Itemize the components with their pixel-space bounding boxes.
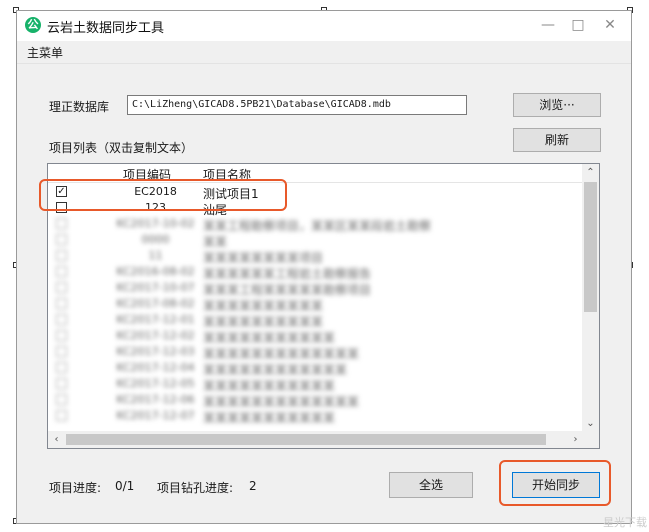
button-highlight-annotation (499, 460, 611, 506)
list-item[interactable]: 0000 某某 (48, 232, 584, 249)
select-all-button[interactable]: 全选 (389, 472, 473, 498)
db-path-field[interactable]: C:\LiZheng\GICAD8.5PB21\Database\GICAD8.… (127, 95, 467, 115)
project-code: KC2017-12-02 (116, 329, 195, 342)
app-window: 公 云岩土数据同步工具 — □ ✕ 主菜单 理正数据库 C:\LiZheng\G… (16, 10, 632, 524)
row-checkbox[interactable] (56, 314, 67, 325)
project-code: KC2017-10-02 (116, 217, 195, 230)
project-code: KC2017-12-07 (116, 409, 195, 422)
window-title: 云岩土数据同步工具 (47, 21, 165, 36)
vertical-scroll-thumb[interactable] (584, 182, 597, 312)
row-highlight-annotation (39, 179, 287, 211)
row-checkbox[interactable] (56, 282, 67, 293)
horizontal-scrollbar[interactable]: ‹ › (48, 431, 584, 448)
close-icon[interactable]: ✕ (597, 15, 623, 35)
watermark-text: 星光下载 (603, 516, 647, 529)
browse-button[interactable]: 浏览··· (513, 93, 601, 117)
list-item[interactable]: KC2017-12-06 某某某某某某某某某某某某某 (48, 392, 584, 409)
scroll-up-icon[interactable]: ⌃ (582, 164, 599, 181)
list-item[interactable]: KC2017-10-07 某某某工程某某某某某勘察项目 (48, 280, 584, 297)
row-checkbox[interactable] (56, 250, 67, 261)
project-code: 11 (148, 249, 163, 262)
list-item[interactable]: KC2016-08-02 某某某某某某工程岩土勘察报告 (48, 264, 584, 281)
maximize-icon[interactable]: □ (565, 15, 591, 35)
title-bar: 公 云岩土数据同步工具 — □ ✕ (17, 11, 631, 41)
menu-bar: 主菜单 (17, 41, 631, 64)
row-checkbox[interactable] (56, 330, 67, 341)
row-checkbox[interactable] (56, 378, 67, 389)
progress-label: 项目进度: (49, 481, 102, 495)
scrollbar-corner (582, 431, 599, 448)
project-code: KC2016-08-02 (116, 265, 195, 278)
scroll-down-icon[interactable]: ⌄ (582, 415, 599, 432)
project-code: KC2017-08-02 (116, 297, 195, 310)
project-code: KC2017-12-04 (116, 361, 195, 374)
drill-progress-label: 项目钻孔进度: (157, 481, 234, 495)
list-item[interactable]: KC2017-12-04 某某某某某某某某某某某某 (48, 360, 584, 377)
list-item[interactable]: KC2017-12-03 某某某某某某某某某某某某某 (48, 344, 584, 361)
scroll-left-icon[interactable]: ‹ (48, 431, 65, 448)
drill-progress-value: 2 (249, 479, 257, 493)
menu-main[interactable]: 主菜单 (27, 44, 63, 61)
vertical-scrollbar[interactable]: ⌃ ⌄ (582, 164, 599, 432)
project-code: KC2017-12-03 (116, 345, 195, 358)
project-code: KC2017-12-05 (116, 377, 195, 390)
row-checkbox[interactable] (56, 394, 67, 405)
minimize-icon[interactable]: — (535, 15, 561, 35)
project-code: KC2017-12-01 (116, 313, 195, 326)
project-name: 某某某某某某某某某某某 (203, 411, 336, 425)
project-code: KC2017-10-07 (116, 281, 195, 294)
row-checkbox[interactable] (56, 234, 67, 245)
refresh-button[interactable]: 刷新 (513, 128, 601, 152)
row-checkbox[interactable] (56, 346, 67, 357)
row-checkbox[interactable] (56, 410, 67, 421)
list-item[interactable]: KC2017-10-02 某某工程勘察项目，某某区某某段岩土勘察 (48, 216, 584, 233)
horizontal-scroll-thumb[interactable] (66, 434, 546, 445)
row-checkbox[interactable] (56, 266, 67, 277)
project-code: 0000 (141, 233, 170, 246)
row-checkbox[interactable] (56, 218, 67, 229)
list-item[interactable]: KC2017-12-05 某某某某某某某某某某某 (48, 376, 584, 393)
db-label: 理正数据库 (49, 100, 110, 114)
list-item[interactable]: KC2017-12-02 某某某某某某某某某某某 (48, 328, 584, 345)
row-checkbox[interactable] (56, 362, 67, 373)
row-checkbox[interactable] (56, 298, 67, 309)
project-code: KC2017-12-06 (116, 393, 195, 406)
app-icon: 公 (25, 17, 41, 33)
list-item[interactable]: 11 某某某某某某某某项目 (48, 248, 584, 265)
list-item[interactable]: KC2017-12-01 某某某某某某某某某某 (48, 312, 584, 329)
list-label: 项目列表（双击复制文本） (49, 141, 194, 155)
list-item[interactable]: KC2017-12-07 某某某某某某某某某某某 (48, 408, 584, 425)
list-item[interactable]: KC2017-08-02 某某某某某某某某某某 (48, 296, 584, 313)
progress-value: 0/1 (115, 479, 135, 493)
